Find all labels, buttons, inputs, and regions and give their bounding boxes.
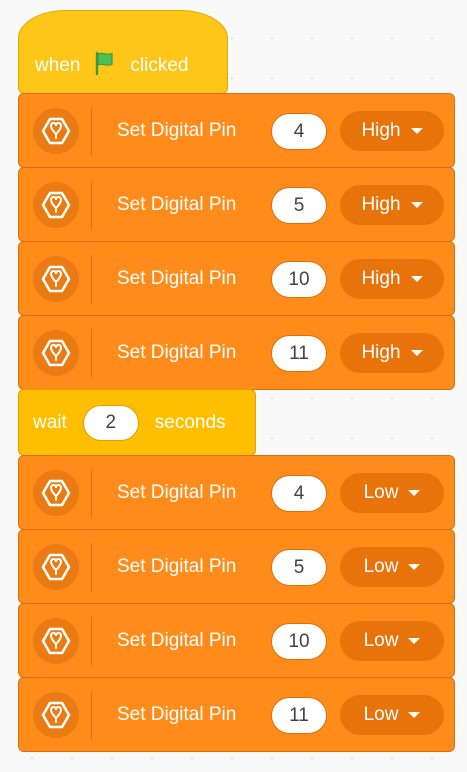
dropdown-value: Low (363, 556, 399, 577)
extension-logo-icon (33, 470, 79, 516)
dropdown-value: Low (363, 482, 399, 503)
pin-state-dropdown[interactable]: High (340, 333, 444, 373)
block-divider (91, 469, 92, 518)
set-digital-pin-block[interactable]: Set Digital Pin 4 High (18, 93, 455, 168)
extension-logo-icon (33, 692, 79, 738)
wait-seconds-block[interactable]: wait 2 seconds (18, 389, 256, 456)
caret-down-icon (410, 128, 423, 134)
hat-when-label: when (35, 55, 81, 76)
block-label: Set Digital Pin (117, 342, 237, 363)
pin-number-input[interactable]: 5 (271, 549, 327, 586)
extension-logo-icon (33, 330, 79, 376)
dropdown-value: High (361, 194, 401, 215)
caret-down-icon (408, 490, 421, 496)
caret-down-icon (410, 276, 423, 282)
block-divider (91, 617, 92, 666)
extension-logo-icon (33, 544, 79, 590)
pin-number-input[interactable]: 10 (271, 261, 327, 298)
dropdown-value: High (361, 120, 401, 141)
caret-down-icon (410, 350, 423, 356)
pin-number-input[interactable]: 11 (271, 697, 327, 734)
set-digital-pin-block[interactable]: Set Digital Pin 5 High (18, 167, 455, 242)
caret-down-icon (408, 712, 421, 718)
pin-number-input[interactable]: 4 (271, 475, 327, 512)
set-digital-pin-block[interactable]: Set Digital Pin 10 High (18, 241, 455, 316)
block-label: Set Digital Pin (117, 630, 237, 651)
block-divider (91, 255, 92, 304)
pin-state-dropdown[interactable]: Low (340, 621, 444, 661)
dropdown-value: Low (363, 704, 399, 725)
wait-seconds-input[interactable]: 2 (82, 405, 139, 441)
dropdown-value: High (361, 342, 401, 363)
set-digital-pin-block[interactable]: Set Digital Pin 10 Low (18, 603, 455, 678)
set-digital-pin-block[interactable]: Set Digital Pin 4 Low (18, 455, 455, 530)
extension-logo-icon (33, 256, 79, 302)
block-divider (91, 691, 92, 740)
block-divider (91, 181, 92, 230)
set-digital-pin-block[interactable]: Set Digital Pin 11 Low (18, 677, 455, 752)
block-label: Set Digital Pin (117, 194, 237, 215)
when-flag-clicked-block[interactable]: when clicked (18, 10, 228, 94)
hat-clicked-label: clicked (130, 55, 189, 76)
dropdown-value: High (361, 268, 401, 289)
block-label: Set Digital Pin (117, 704, 237, 725)
set-digital-pin-block[interactable]: Set Digital Pin 5 Low (18, 529, 455, 604)
green-flag-icon (92, 50, 118, 82)
set-digital-pin-block[interactable]: Set Digital Pin 11 High (18, 315, 455, 390)
extension-logo-icon (33, 182, 79, 228)
block-divider (91, 329, 92, 378)
caret-down-icon (410, 202, 423, 208)
block-label: Set Digital Pin (117, 556, 237, 577)
pin-state-dropdown[interactable]: Low (340, 473, 444, 513)
block-divider (91, 107, 92, 156)
block-label: Set Digital Pin (117, 120, 237, 141)
pin-state-dropdown[interactable]: High (340, 111, 444, 151)
block-label: Set Digital Pin (117, 268, 237, 289)
seconds-label: seconds (154, 412, 226, 433)
pin-state-dropdown[interactable]: Low (340, 547, 444, 587)
block-label: Set Digital Pin (117, 482, 237, 503)
caret-down-icon (408, 564, 421, 570)
wait-label: wait (33, 412, 67, 433)
pin-number-input[interactable]: 11 (271, 335, 327, 372)
caret-down-icon (408, 638, 421, 644)
extension-logo-icon (33, 618, 79, 664)
extension-logo-icon (33, 108, 79, 154)
pin-number-input[interactable]: 4 (271, 113, 327, 150)
pin-state-dropdown[interactable]: Low (340, 695, 444, 735)
pin-number-input[interactable]: 5 (271, 187, 327, 224)
pin-state-dropdown[interactable]: High (340, 185, 444, 225)
pin-state-dropdown[interactable]: High (340, 259, 444, 299)
script-stack[interactable]: when clicked Set Digital Pin 4 High Set (18, 10, 458, 752)
dropdown-value: Low (363, 630, 399, 651)
block-divider (91, 543, 92, 592)
pin-number-input[interactable]: 10 (271, 623, 327, 660)
